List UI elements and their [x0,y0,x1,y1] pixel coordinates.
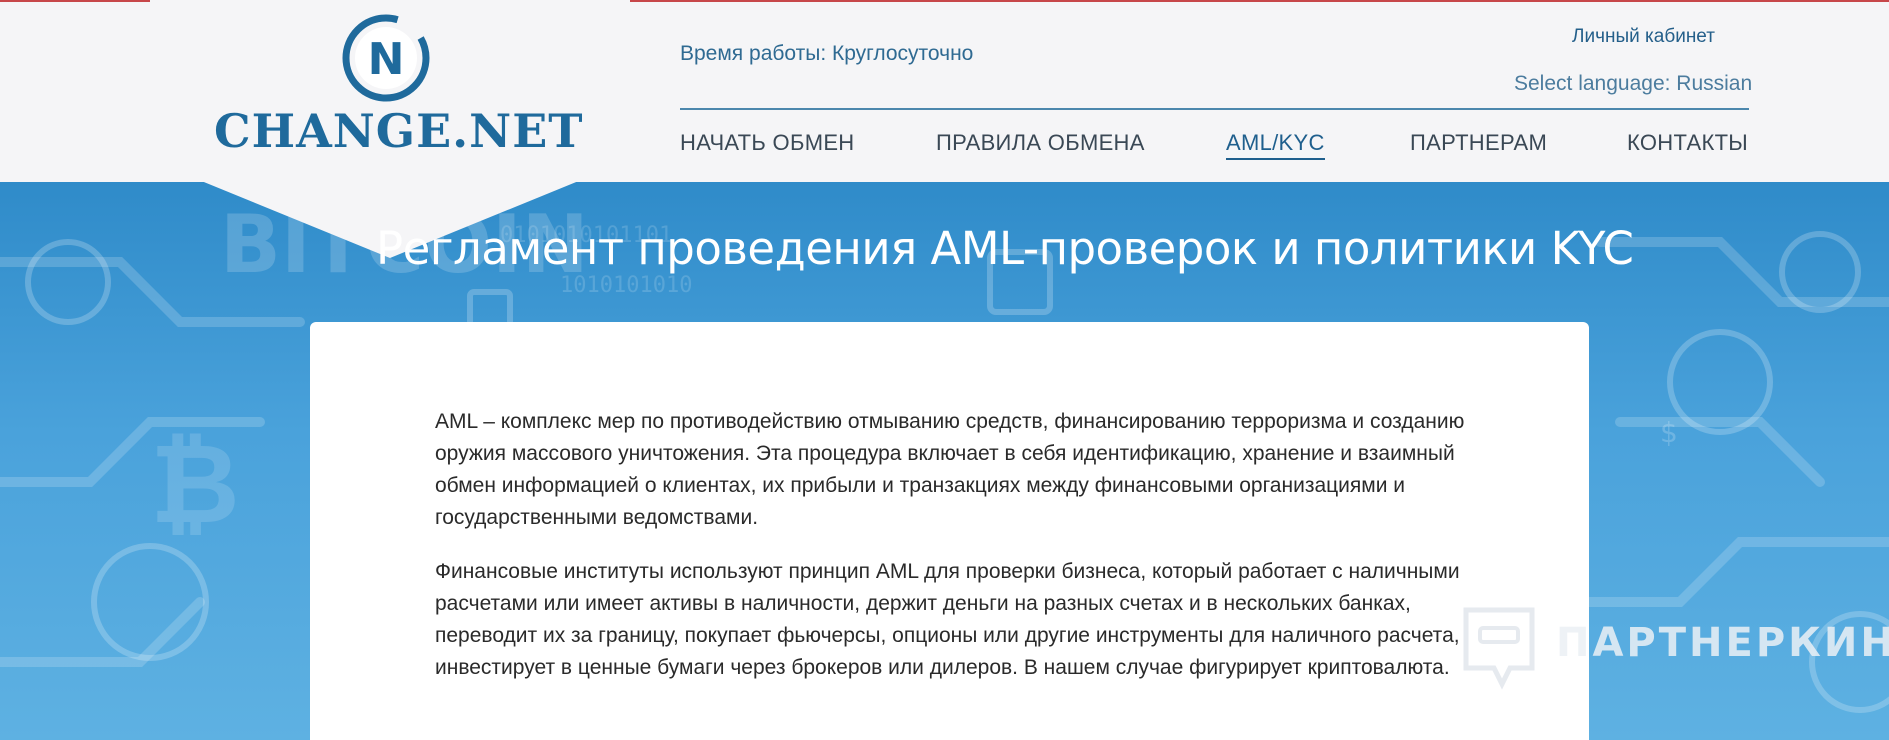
watermark-text: ПАРТНЕРКИН [1556,620,1889,666]
personal-cabinet-link[interactable]: Личный кабинет [1572,26,1715,48]
paragraph-aml-definition: AML – комплекс мер по противодействию от… [435,410,1465,529]
nav-partners[interactable]: ПАРТНЕРАМ [1410,130,1547,156]
language-selector[interactable]: Select language: Russian [1514,72,1752,96]
nav-exchange-rules[interactable]: ПРАВИЛА ОБМЕНА [936,130,1145,156]
logo-n-icon[interactable]: N [342,14,430,102]
paragraph-aml-usage: Финансовые институты используют принцип … [435,560,1460,679]
svg-text:$: $ [1660,416,1678,449]
nav-contacts[interactable]: КОНТАКТЫ [1627,130,1748,156]
svg-text:₿: ₿ [150,420,240,548]
logo-wordmark[interactable]: CHANGE.NET [214,104,583,158]
nav-start-exchange[interactable]: НАЧАТЬ ОБМЕН [680,130,855,156]
page-title: Регламент проведения AML-проверок и поли… [376,222,1634,275]
nav-divider [680,108,1749,110]
svg-text:1010101010: 1010101010 [560,273,692,298]
work-hours: Время работы: Круглосуточно [680,42,974,65]
nav-aml-kyc[interactable]: AML/KYC [1226,130,1325,160]
logo-letter: N [368,34,405,85]
